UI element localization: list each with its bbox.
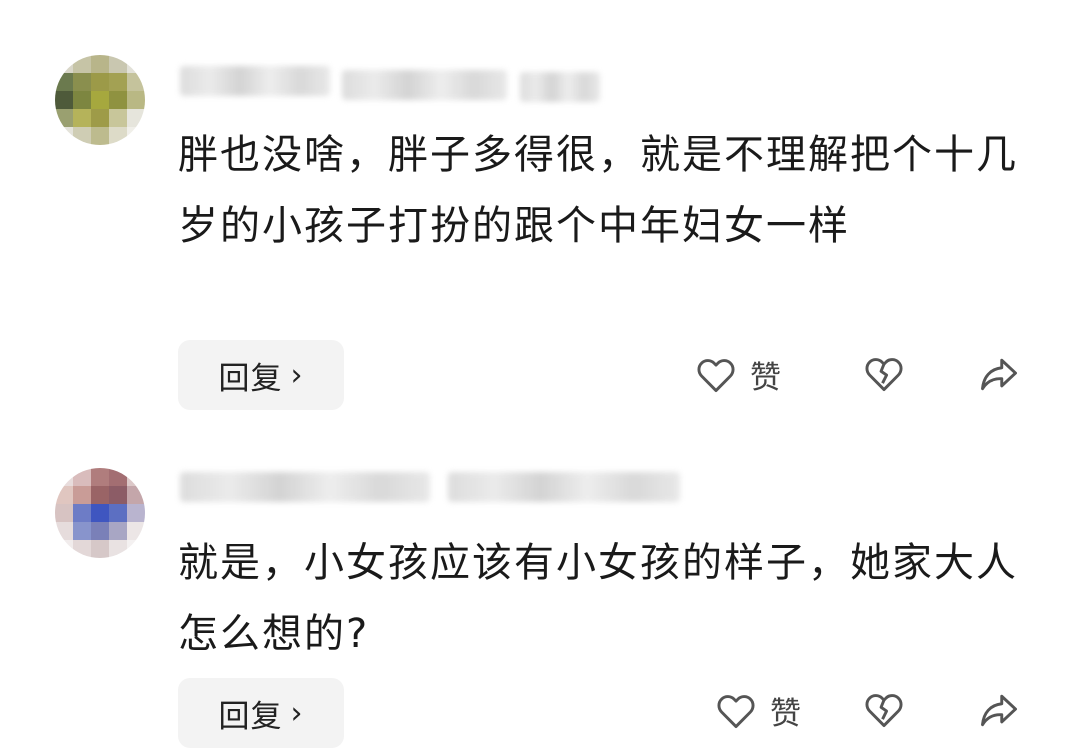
share-arrow-icon [981,694,1017,727]
dislike-button[interactable] [862,688,906,732]
chevron-right-icon: › [290,695,304,731]
reply-label: 回复 [218,360,283,397]
broken-heart-icon [865,694,903,728]
username-blurred [448,472,680,502]
comment-text: 胖也没啥，胖子多得很，就是不理解把个十几岁的小孩子打扮的跟个中年妇女一样 [178,132,1018,249]
heart-outline-icon [717,694,755,728]
share-button[interactable] [976,688,1022,732]
share-button[interactable] [976,352,1022,396]
dislike-button[interactable] [862,352,906,396]
username-blurred[interactable] [180,472,430,502]
like-label: 赞 [750,360,781,396]
like-button[interactable]: 赞 [714,688,801,733]
heart-outline-icon [697,358,735,392]
chevron-right-icon: › [290,357,304,393]
avatar[interactable] [55,55,145,145]
username-blurred [342,70,507,100]
avatar[interactable] [55,468,145,558]
username-blurred [520,72,600,102]
like-label: 赞 [770,696,801,732]
comment-item: 就是，小女孩应该有小女孩的样子，她家大人怎么想的? 回复 › 赞 [0,440,1080,748]
broken-heart-icon [865,358,903,392]
like-button[interactable]: 赞 [694,352,781,397]
comment-text: 就是，小女孩应该有小女孩的样子，她家大人怎么想的? [178,540,1018,657]
username-blurred[interactable] [180,66,330,96]
reply-button[interactable]: 回复 › [178,678,344,748]
share-arrow-icon [981,358,1017,391]
reply-label: 回复 [218,698,283,735]
reply-button[interactable]: 回复 › [178,340,344,410]
comment-item: 胖也没啥，胖子多得很，就是不理解把个十几岁的小孩子打扮的跟个中年妇女一样 回复 … [0,0,1080,440]
